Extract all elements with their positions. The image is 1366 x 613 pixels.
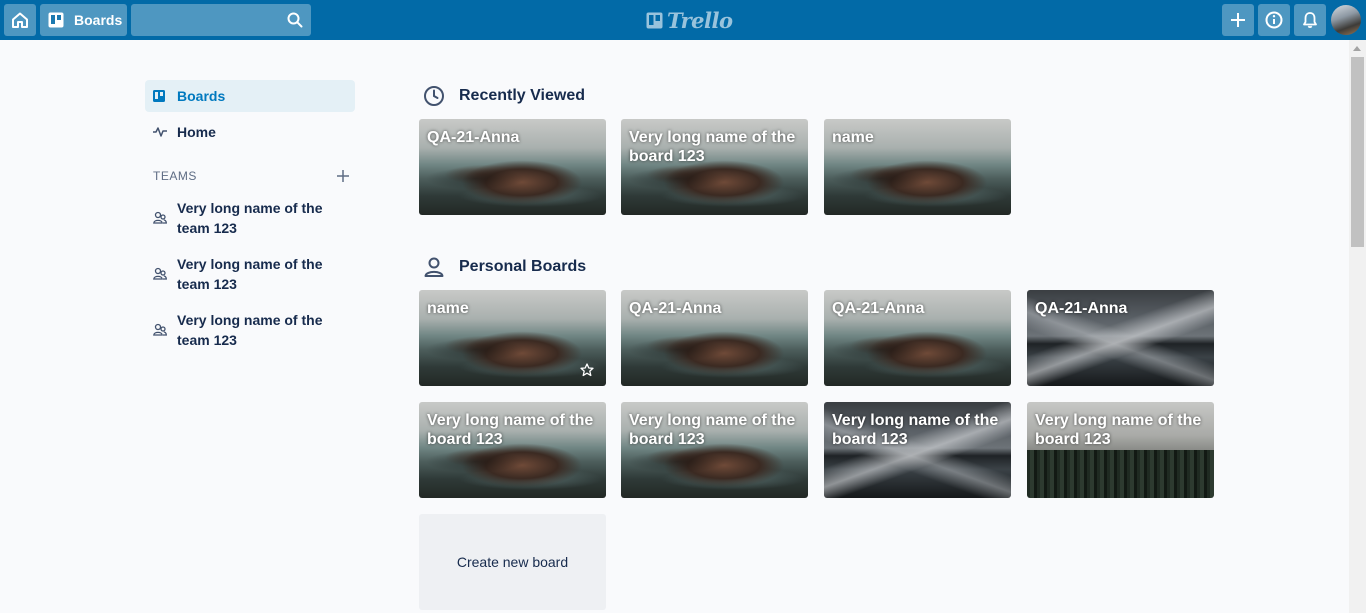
board-tile[interactable]: Very long name of the board 123 [621,119,808,215]
bell-icon [1303,12,1317,29]
top-header: Boards Trello [0,0,1366,40]
team-icon [153,267,167,280]
board-tile[interactable]: QA-21-Anna [621,290,808,386]
personal-boards-heading: Personal Boards [423,255,586,279]
scrollbar-thumb[interactable] [1351,57,1364,247]
board-title: QA-21-Anna [832,300,925,317]
board-tile[interactable]: QA-21-Anna [824,290,1011,386]
clock-icon [424,86,444,106]
recently-viewed-heading: Recently Viewed [423,84,585,108]
sidebar-item-team[interactable]: Very long name of the team 123 [145,310,355,354]
boards-icon [48,12,64,28]
search-icon [287,12,303,28]
board-title: QA-21-Anna [629,300,722,317]
team-name: Very long name of the team 123 [177,312,323,348]
team-name: Very long name of the team 123 [177,200,323,236]
trello-logo-text: Trello [667,7,733,33]
board-tile[interactable]: Very long name of the board 123 [419,402,606,498]
sidebar-item-boards[interactable]: Boards [145,80,355,112]
add-team-button[interactable] [336,169,352,185]
sidebar-item-label: Home [177,124,216,140]
trello-logo-icon [646,12,663,28]
scroll-up-arrow-icon[interactable] [1353,46,1361,51]
notifications-button[interactable] [1294,4,1326,36]
board-tile[interactable]: Very long name of the board 123 [621,402,808,498]
board-tile[interactable]: Very long name of the board 123 [824,402,1011,498]
avatar[interactable] [1331,5,1361,35]
info-icon [1265,11,1283,29]
person-icon [424,257,444,277]
board-tile[interactable]: name [419,290,606,386]
create-new-board-label: Create new board [456,554,569,570]
board-tile[interactable]: name [824,119,1011,215]
boards-button-label: Boards [74,12,123,28]
star-outline-icon[interactable] [580,363,594,377]
scrollbar[interactable] [1349,40,1366,613]
trello-logo[interactable]: Trello [646,7,733,33]
board-title: name [832,129,874,146]
board-tile[interactable]: QA-21-Anna [1027,290,1214,386]
sidebar-item-label: Boards [177,88,226,104]
boards-button[interactable]: Boards [40,4,127,36]
section-title: Recently Viewed [459,87,585,104]
plus-icon [1231,13,1245,27]
board-title: Very long name of the board 123 [832,412,999,448]
boards-icon [153,90,165,102]
team-name: Very long name of the team 123 [177,256,323,292]
plus-icon [337,170,349,182]
info-button[interactable] [1258,4,1290,36]
create-button[interactable] [1222,4,1254,36]
activity-icon [153,127,167,137]
board-title: QA-21-Anna [427,129,520,146]
board-title: QA-21-Anna [1035,300,1128,317]
home-icon [12,12,28,28]
home-button[interactable] [4,4,36,36]
board-title: Very long name of the board 123 [629,412,796,448]
board-tile[interactable]: QA-21-Anna [419,119,606,215]
sidebar-item-team[interactable]: Very long name of the team 123 [145,198,355,242]
board-tile[interactable]: Very long name of the board 123 [1027,402,1214,498]
sidebar-item-home[interactable]: Home [145,116,355,148]
search-input[interactable] [131,4,311,36]
board-title: Very long name of the board 123 [1035,412,1202,448]
create-new-board-button[interactable]: Create new board [419,514,606,610]
team-icon [153,211,167,224]
board-title: name [427,300,469,317]
sidebar-item-team[interactable]: Very long name of the team 123 [145,254,355,298]
teams-heading: TEAMS [153,169,197,183]
board-title: Very long name of the board 123 [629,129,796,165]
section-title: Personal Boards [459,258,587,275]
board-title: Very long name of the board 123 [427,412,594,448]
team-icon [153,323,167,336]
